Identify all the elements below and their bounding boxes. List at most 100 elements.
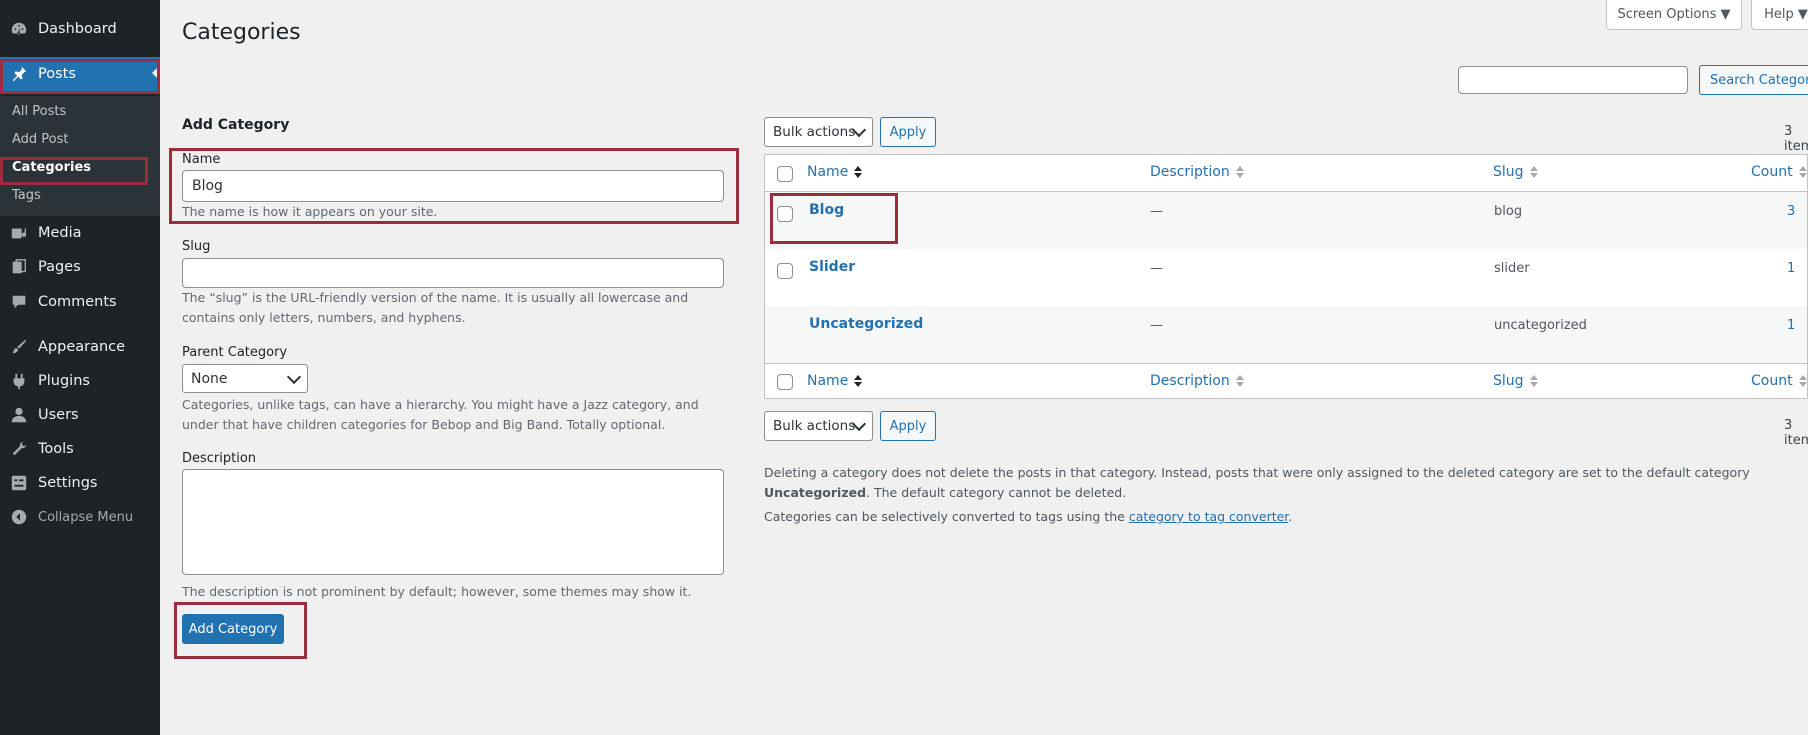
items-count-top: 3 items xyxy=(1784,124,1808,154)
submenu-categories[interactable]: Categories xyxy=(12,160,91,175)
column-count-footer[interactable]: Count xyxy=(1751,373,1807,389)
description-textarea[interactable] xyxy=(182,469,724,575)
menu-dashboard[interactable]: Dashboard xyxy=(0,12,160,46)
column-description-footer[interactable]: Description xyxy=(1150,373,1244,389)
bulk-actions-value: Bulk actions xyxy=(773,124,856,140)
column-name-label: Name xyxy=(807,373,849,389)
row-checkbox[interactable] xyxy=(777,206,793,222)
category-name-link[interactable]: Uncategorized xyxy=(809,316,923,332)
parent-category-value: None xyxy=(191,370,228,387)
category-slug: blog xyxy=(1494,204,1523,219)
settings-icon xyxy=(10,474,28,492)
table-footer: Name Description Slug Count xyxy=(765,363,1807,400)
submenu-add-post[interactable]: Add Post xyxy=(12,132,69,147)
category-name-link[interactable]: Slider xyxy=(809,259,855,275)
posts-submenu: All Posts Add Post Categories Tags xyxy=(0,96,160,216)
select-all-checkbox[interactable] xyxy=(777,166,793,182)
column-count-label: Count xyxy=(1751,373,1793,389)
note-delete-text: Deleting a category does not delete the … xyxy=(764,465,1750,480)
menu-media[interactable]: Media xyxy=(0,216,160,250)
comments-icon xyxy=(10,293,28,311)
name-field[interactable]: Blog xyxy=(182,170,724,202)
menu-comments[interactable]: Comments xyxy=(0,285,160,319)
menu-tools[interactable]: Tools xyxy=(0,432,160,466)
search-categories-button[interactable]: Search Categories xyxy=(1699,65,1808,95)
items-count-bottom: 3 items xyxy=(1784,418,1808,448)
media-icon xyxy=(10,224,28,242)
menu-users-label: Users xyxy=(38,407,79,423)
menu-settings-label: Settings xyxy=(38,475,98,491)
menu-posts-label: Posts xyxy=(38,66,76,82)
collapse-menu-label: Collapse Menu xyxy=(38,509,134,525)
apply-button-top[interactable]: Apply xyxy=(880,117,936,147)
main-content: Categories Screen Options ▼ Help ▼ Searc… xyxy=(160,0,1808,735)
category-name-link[interactable]: Blog xyxy=(809,202,844,218)
help-button[interactable]: Help ▼ xyxy=(1751,0,1808,30)
column-description-label: Description xyxy=(1150,373,1230,389)
search-input[interactable] xyxy=(1458,66,1688,94)
slug-field[interactable] xyxy=(182,258,724,288)
column-name[interactable]: Name xyxy=(807,164,863,180)
category-description: — xyxy=(1150,261,1163,276)
column-slug[interactable]: Slug xyxy=(1493,164,1538,180)
menu-plugins[interactable]: Plugins xyxy=(0,364,160,398)
menu-tools-label: Tools xyxy=(38,441,74,457)
category-to-tag-converter-link[interactable]: category to tag converter xyxy=(1129,509,1288,524)
add-category-button[interactable]: Add Category xyxy=(182,614,284,644)
column-count[interactable]: Count xyxy=(1751,164,1807,180)
category-slug: uncategorized xyxy=(1494,318,1587,333)
menu-settings[interactable]: Settings xyxy=(0,466,160,500)
submenu-all-posts[interactable]: All Posts xyxy=(12,104,66,119)
row-checkbox[interactable] xyxy=(777,263,793,279)
screen-options-button[interactable]: Screen Options ▼ xyxy=(1606,0,1742,30)
column-description[interactable]: Description xyxy=(1150,164,1244,180)
category-description: — xyxy=(1150,204,1163,219)
note-convert-text-end: . xyxy=(1288,509,1293,524)
category-description: — xyxy=(1150,318,1163,333)
select-all-checkbox-footer[interactable] xyxy=(777,374,793,390)
bulk-actions-select-bottom[interactable]: Bulk actions xyxy=(764,411,873,441)
name-help: The name is how it appears on your site. xyxy=(182,204,438,219)
menu-pages[interactable]: Pages xyxy=(0,250,160,284)
table-row: Blog — blog 3 xyxy=(765,192,1807,249)
sort-icon xyxy=(1798,375,1807,387)
paintbrush-icon xyxy=(10,338,28,356)
pages-icon xyxy=(10,258,28,276)
menu-plugins-label: Plugins xyxy=(38,373,90,389)
plugin-icon xyxy=(10,372,28,390)
chevron-down-icon xyxy=(286,369,302,385)
menu-dashboard-label: Dashboard xyxy=(38,21,117,37)
parent-category-select[interactable]: None xyxy=(182,364,308,393)
sort-icon xyxy=(1529,166,1538,178)
category-count-link[interactable]: 1 xyxy=(1787,318,1795,333)
sort-icon xyxy=(854,375,863,387)
description-label: Description xyxy=(182,451,257,466)
apply-button-bottom[interactable]: Apply xyxy=(880,411,936,441)
current-menu-arrow xyxy=(152,65,160,81)
category-notes: Deleting a category does not delete the … xyxy=(764,463,1808,527)
collapse-menu-button[interactable]: Collapse Menu xyxy=(0,500,160,534)
table-header: Name Description Slug Count xyxy=(765,155,1807,192)
menu-comments-label: Comments xyxy=(38,294,117,310)
column-slug-footer[interactable]: Slug xyxy=(1493,373,1538,389)
user-icon xyxy=(10,406,28,424)
page-title: Categories xyxy=(182,20,301,45)
note-convert-text: Categories can be selectively converted … xyxy=(764,509,1129,524)
menu-posts[interactable]: Posts xyxy=(0,57,160,91)
menu-appearance[interactable]: Appearance xyxy=(0,330,160,364)
pushpin-icon xyxy=(10,65,28,83)
column-slug-label: Slug xyxy=(1493,373,1524,389)
menu-appearance-label: Appearance xyxy=(38,339,126,355)
parent-category-label: Parent Category xyxy=(182,345,288,360)
dashboard-icon xyxy=(10,20,28,38)
slug-label: Slug xyxy=(182,239,211,254)
category-slug: slider xyxy=(1494,261,1530,276)
submenu-tags[interactable]: Tags xyxy=(12,188,41,203)
menu-users[interactable]: Users xyxy=(0,398,160,432)
note-default-category: Uncategorized xyxy=(764,485,867,500)
bulk-actions-value: Bulk actions xyxy=(773,418,856,434)
column-name-footer[interactable]: Name xyxy=(807,373,863,389)
category-count-link[interactable]: 3 xyxy=(1787,204,1795,219)
category-count-link[interactable]: 1 xyxy=(1787,261,1795,276)
bulk-actions-select-top[interactable]: Bulk actions xyxy=(764,117,873,147)
